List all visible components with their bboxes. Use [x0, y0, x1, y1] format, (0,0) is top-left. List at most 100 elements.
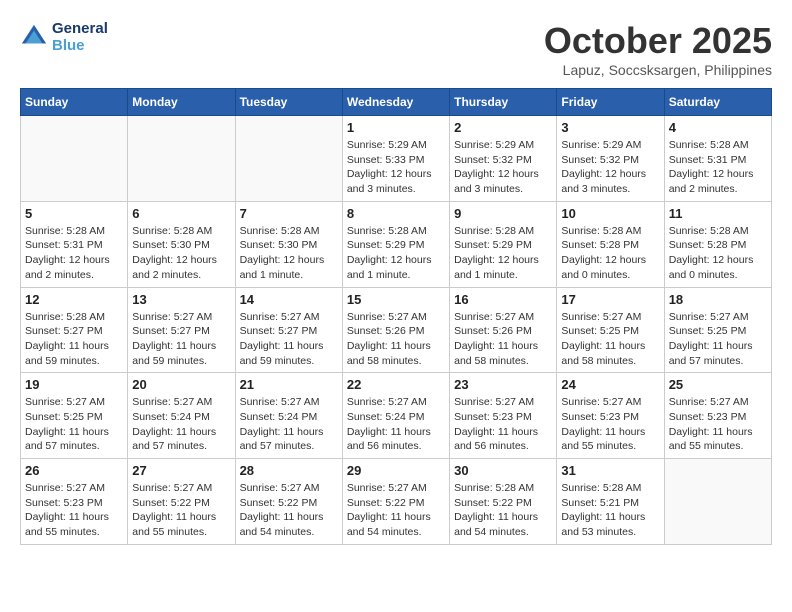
day-number: 28 — [240, 463, 338, 478]
calendar-cell: 26 Sunrise: 5:27 AM Sunset: 5:23 PM Dayli… — [21, 459, 128, 545]
day-number: 7 — [240, 206, 338, 221]
day-number: 29 — [347, 463, 445, 478]
calendar-cell — [128, 116, 235, 202]
calendar-cell: 21 Sunrise: 5:27 AM Sunset: 5:24 PM Dayli… — [235, 373, 342, 459]
day-number: 31 — [561, 463, 659, 478]
logo-icon — [20, 23, 48, 51]
calendar-cell: 25Sunrise: 5:27 AM Sunset: 5:23 PM Dayli… — [664, 373, 771, 459]
day-number: 8 — [347, 206, 445, 221]
day-info: Sunrise: 5:28 AM Sunset: 5:27 PM Dayligh… — [25, 310, 123, 369]
calendar-cell: 6 Sunrise: 5:28 AM Sunset: 5:30 PM Daylig… — [128, 201, 235, 287]
calendar-week-1: 1 Sunrise: 5:29 AM Sunset: 5:33 PM Daylig… — [21, 116, 772, 202]
day-info: Sunrise: 5:28 AM Sunset: 5:28 PM Dayligh… — [669, 224, 767, 283]
day-info: Sunrise: 5:27 AM Sunset: 5:24 PM Dayligh… — [347, 395, 445, 454]
day-number: 25 — [669, 377, 767, 392]
calendar-cell: 7 Sunrise: 5:28 AM Sunset: 5:30 PM Daylig… — [235, 201, 342, 287]
column-header-sunday: Sunday — [21, 89, 128, 116]
day-number: 13 — [132, 292, 230, 307]
day-number: 22 — [347, 377, 445, 392]
day-number: 14 — [240, 292, 338, 307]
day-info: Sunrise: 5:29 AM Sunset: 5:32 PM Dayligh… — [561, 138, 659, 197]
calendar-week-3: 12 Sunrise: 5:28 AM Sunset: 5:27 PM Dayli… — [21, 287, 772, 373]
page-header: General Blue October 2025 Lapuz, Soccsks… — [20, 20, 772, 78]
day-number: 3 — [561, 120, 659, 135]
column-header-wednesday: Wednesday — [342, 89, 449, 116]
day-number: 4 — [669, 120, 767, 135]
column-header-tuesday: Tuesday — [235, 89, 342, 116]
day-info: Sunrise: 5:27 AM Sunset: 5:24 PM Dayligh… — [240, 395, 338, 454]
calendar-cell: 10Sunrise: 5:28 AM Sunset: 5:28 PM Dayli… — [557, 201, 664, 287]
day-number: 20 — [132, 377, 230, 392]
day-number: 9 — [454, 206, 552, 221]
day-info: Sunrise: 5:27 AM Sunset: 5:25 PM Dayligh… — [669, 310, 767, 369]
day-number: 23 — [454, 377, 552, 392]
day-number: 26 — [25, 463, 123, 478]
day-info: Sunrise: 5:28 AM Sunset: 5:21 PM Dayligh… — [561, 481, 659, 540]
calendar-cell: 15 Sunrise: 5:27 AM Sunset: 5:26 PM Dayli… — [342, 287, 449, 373]
calendar-cell: 22 Sunrise: 5:27 AM Sunset: 5:24 PM Dayli… — [342, 373, 449, 459]
calendar-week-4: 19 Sunrise: 5:27 AM Sunset: 5:25 PM Dayli… — [21, 373, 772, 459]
day-number: 5 — [25, 206, 123, 221]
day-info: Sunrise: 5:28 AM Sunset: 5:30 PM Dayligh… — [132, 224, 230, 283]
column-header-monday: Monday — [128, 89, 235, 116]
calendar-cell: 23 Sunrise: 5:27 AM Sunset: 5:23 PM Dayli… — [450, 373, 557, 459]
day-info: Sunrise: 5:27 AM Sunset: 5:22 PM Dayligh… — [347, 481, 445, 540]
day-number: 1 — [347, 120, 445, 135]
day-number: 12 — [25, 292, 123, 307]
day-number: 17 — [561, 292, 659, 307]
column-header-thursday: Thursday — [450, 89, 557, 116]
calendar-cell: 30Sunrise: 5:28 AM Sunset: 5:22 PM Dayli… — [450, 459, 557, 545]
calendar-cell: 29 Sunrise: 5:27 AM Sunset: 5:22 PM Dayli… — [342, 459, 449, 545]
logo-text-line1: General — [52, 20, 108, 37]
day-info: Sunrise: 5:27 AM Sunset: 5:25 PM Dayligh… — [25, 395, 123, 454]
calendar-cell: 31 Sunrise: 5:28 AM Sunset: 5:21 PM Dayli… — [557, 459, 664, 545]
calendar-cell: 5 Sunrise: 5:28 AM Sunset: 5:31 PM Daylig… — [21, 201, 128, 287]
day-info: Sunrise: 5:27 AM Sunset: 5:24 PM Dayligh… — [132, 395, 230, 454]
calendar-cell — [235, 116, 342, 202]
column-header-friday: Friday — [557, 89, 664, 116]
day-info: Sunrise: 5:27 AM Sunset: 5:25 PM Dayligh… — [561, 310, 659, 369]
day-info: Sunrise: 5:27 AM Sunset: 5:22 PM Dayligh… — [240, 481, 338, 540]
calendar-week-2: 5 Sunrise: 5:28 AM Sunset: 5:31 PM Daylig… — [21, 201, 772, 287]
calendar-cell: 12 Sunrise: 5:28 AM Sunset: 5:27 PM Dayli… — [21, 287, 128, 373]
calendar-cell: 13 Sunrise: 5:27 AM Sunset: 5:27 PM Dayli… — [128, 287, 235, 373]
day-info: Sunrise: 5:28 AM Sunset: 5:29 PM Dayligh… — [454, 224, 552, 283]
day-number: 24 — [561, 377, 659, 392]
calendar-cell: 19 Sunrise: 5:27 AM Sunset: 5:25 PM Dayli… — [21, 373, 128, 459]
day-info: Sunrise: 5:28 AM Sunset: 5:29 PM Dayligh… — [347, 224, 445, 283]
day-number: 21 — [240, 377, 338, 392]
month-title: October 2025 — [544, 20, 772, 62]
day-number: 19 — [25, 377, 123, 392]
day-info: Sunrise: 5:28 AM Sunset: 5:31 PM Dayligh… — [25, 224, 123, 283]
day-number: 18 — [669, 292, 767, 307]
logo: General Blue — [20, 20, 108, 54]
day-info: Sunrise: 5:28 AM Sunset: 5:28 PM Dayligh… — [561, 224, 659, 283]
calendar-cell: 1 Sunrise: 5:29 AM Sunset: 5:33 PM Daylig… — [342, 116, 449, 202]
day-info: Sunrise: 5:27 AM Sunset: 5:27 PM Dayligh… — [240, 310, 338, 369]
logo-text-line2: Blue — [52, 37, 108, 54]
day-info: Sunrise: 5:27 AM Sunset: 5:22 PM Dayligh… — [132, 481, 230, 540]
day-number: 6 — [132, 206, 230, 221]
day-info: Sunrise: 5:29 AM Sunset: 5:33 PM Dayligh… — [347, 138, 445, 197]
calendar-cell: 2Sunrise: 5:29 AM Sunset: 5:32 PM Daylig… — [450, 116, 557, 202]
day-number: 11 — [669, 206, 767, 221]
day-info: Sunrise: 5:27 AM Sunset: 5:23 PM Dayligh… — [25, 481, 123, 540]
day-info: Sunrise: 5:28 AM Sunset: 5:30 PM Dayligh… — [240, 224, 338, 283]
day-info: Sunrise: 5:28 AM Sunset: 5:22 PM Dayligh… — [454, 481, 552, 540]
day-number: 15 — [347, 292, 445, 307]
day-info: Sunrise: 5:27 AM Sunset: 5:23 PM Dayligh… — [454, 395, 552, 454]
calendar-cell: 4 Sunrise: 5:28 AM Sunset: 5:31 PM Daylig… — [664, 116, 771, 202]
calendar-cell: 27Sunrise: 5:27 AM Sunset: 5:22 PM Dayli… — [128, 459, 235, 545]
day-number: 16 — [454, 292, 552, 307]
calendar-week-5: 26 Sunrise: 5:27 AM Sunset: 5:23 PM Dayli… — [21, 459, 772, 545]
calendar-cell: 16 Sunrise: 5:27 AM Sunset: 5:26 PM Dayli… — [450, 287, 557, 373]
day-info: Sunrise: 5:27 AM Sunset: 5:26 PM Dayligh… — [454, 310, 552, 369]
day-info: Sunrise: 5:29 AM Sunset: 5:32 PM Dayligh… — [454, 138, 552, 197]
day-info: Sunrise: 5:27 AM Sunset: 5:27 PM Dayligh… — [132, 310, 230, 369]
calendar-cell: 9 Sunrise: 5:28 AM Sunset: 5:29 PM Daylig… — [450, 201, 557, 287]
day-info: Sunrise: 5:28 AM Sunset: 5:31 PM Dayligh… — [669, 138, 767, 197]
calendar-cell: 8 Sunrise: 5:28 AM Sunset: 5:29 PM Daylig… — [342, 201, 449, 287]
day-info: Sunrise: 5:27 AM Sunset: 5:26 PM Dayligh… — [347, 310, 445, 369]
calendar-cell: 18 Sunrise: 5:27 AM Sunset: 5:25 PM Dayli… — [664, 287, 771, 373]
column-header-saturday: Saturday — [664, 89, 771, 116]
